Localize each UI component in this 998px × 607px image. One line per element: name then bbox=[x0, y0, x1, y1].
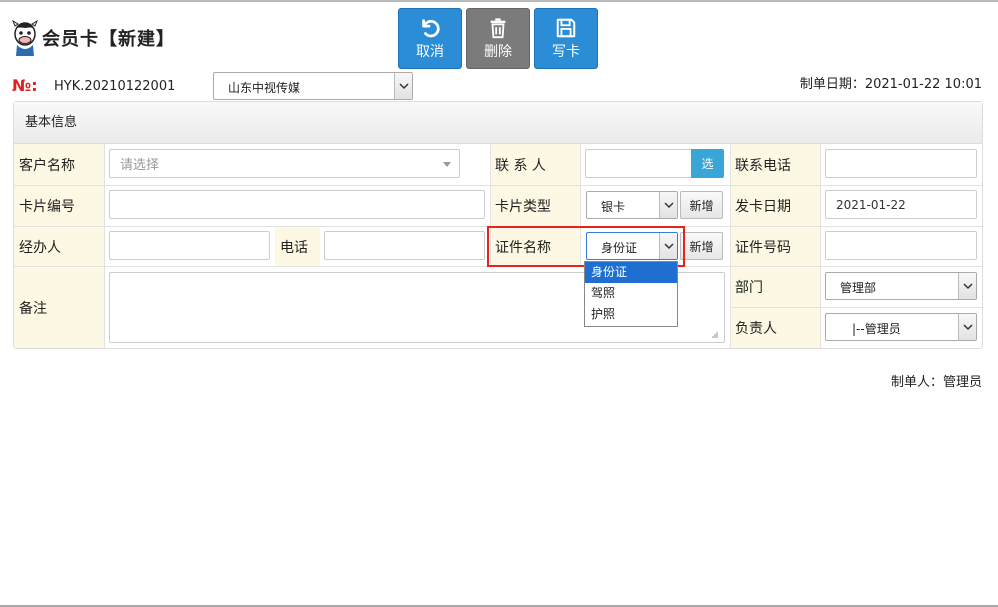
write-card-label: 写卡 bbox=[552, 43, 580, 60]
dropdown-option[interactable]: 驾照 bbox=[585, 283, 677, 304]
handler-input[interactable] bbox=[109, 231, 270, 260]
chevron-down-icon[interactable] bbox=[958, 314, 976, 340]
issue-date-input[interactable]: 2021-01-22 bbox=[825, 190, 977, 219]
delete-button[interactable]: 删除 bbox=[466, 8, 530, 69]
id-no-input[interactable] bbox=[825, 231, 977, 260]
page-title: 会员卡【新建】 bbox=[42, 29, 175, 50]
customer-placeholder: 请选择 bbox=[120, 158, 160, 173]
delete-label: 删除 bbox=[484, 43, 512, 60]
maker-value: 管理员 bbox=[942, 375, 982, 390]
contact-phone-label: 联系电话 bbox=[730, 144, 820, 185]
id-type-dropdown: 身份证 驾照 护照 bbox=[584, 261, 678, 327]
order-no-label: №: bbox=[12, 76, 38, 95]
toolbar: 取消 删除 写卡 bbox=[398, 8, 598, 69]
caret-down-icon bbox=[443, 162, 451, 167]
company-select[interactable]: 山东中视传媒 bbox=[213, 72, 413, 100]
made-date-label: 制单日期： bbox=[799, 77, 865, 92]
resize-grip-icon[interactable] bbox=[711, 331, 718, 338]
col-divider bbox=[820, 144, 821, 348]
phone-label: 电话 bbox=[275, 227, 320, 266]
customer-combo[interactable]: 请选择 bbox=[109, 149, 460, 178]
basic-info-panel: 基本信息 客户名称 请选择 联 系 人 选 联系电话 卡片编号 卡片类型 银卡 … bbox=[13, 101, 983, 349]
cancel-label: 取消 bbox=[416, 43, 444, 60]
card-no-input[interactable] bbox=[109, 190, 485, 219]
dept-label: 部门 bbox=[730, 267, 820, 307]
company-value: 山东中视传媒 bbox=[228, 81, 301, 95]
col-divider bbox=[730, 144, 731, 348]
card-type-new-button[interactable]: 新增 bbox=[680, 191, 723, 219]
cancel-button[interactable]: 取消 bbox=[398, 8, 462, 69]
chevron-down-icon[interactable] bbox=[659, 192, 677, 218]
handler-label: 经办人 bbox=[14, 227, 104, 266]
manager-value: |--管理员 bbox=[852, 322, 901, 336]
contact-label: 联 系 人 bbox=[490, 144, 580, 185]
trash-icon bbox=[490, 17, 506, 38]
order-no-value: HYK.20210122001 bbox=[54, 79, 176, 94]
card-no-label: 卡片编号 bbox=[14, 186, 104, 226]
card-type-select[interactable]: 银卡 bbox=[586, 191, 678, 219]
id-no-label: 证件号码 bbox=[730, 227, 820, 266]
manager-select[interactable]: |--管理员 bbox=[825, 313, 977, 341]
contact-input[interactable] bbox=[585, 149, 692, 178]
chevron-down-icon[interactable] bbox=[958, 273, 976, 299]
save-icon bbox=[556, 18, 576, 37]
top-border bbox=[0, 0, 998, 2]
panel-title: 基本信息 bbox=[14, 102, 982, 144]
made-date: 制单日期：2021-01-22 10:01 bbox=[800, 73, 982, 92]
issue-date-label: 发卡日期 bbox=[730, 186, 820, 226]
maker-info: 制单人：管理员 bbox=[891, 371, 982, 390]
col-divider bbox=[104, 144, 105, 348]
manager-label: 负责人 bbox=[730, 308, 820, 348]
chevron-down-icon[interactable] bbox=[394, 73, 412, 99]
page-header: 会员卡【新建】 bbox=[12, 18, 175, 58]
card-type-label: 卡片类型 bbox=[490, 186, 580, 226]
dropdown-option[interactable]: 护照 bbox=[585, 304, 677, 325]
cow-logo-icon bbox=[12, 19, 38, 56]
phone-input[interactable] bbox=[324, 231, 485, 260]
customer-label: 客户名称 bbox=[14, 144, 104, 185]
remark-label: 备注 bbox=[14, 267, 104, 348]
id-type-new-button[interactable]: 新增 bbox=[680, 232, 723, 260]
write-card-button[interactable]: 写卡 bbox=[534, 8, 598, 69]
dept-select[interactable]: 管理部 bbox=[825, 272, 977, 300]
contact-pick-button[interactable]: 选 bbox=[691, 149, 724, 178]
made-date-value: 2021-01-22 10:01 bbox=[864, 77, 982, 92]
undo-icon bbox=[422, 18, 440, 37]
maker-label: 制单人： bbox=[890, 375, 943, 390]
dropdown-option[interactable]: 身份证 bbox=[585, 262, 677, 283]
card-type-value: 银卡 bbox=[601, 200, 626, 214]
dept-value: 管理部 bbox=[840, 281, 877, 295]
contact-phone-input[interactable] bbox=[825, 149, 977, 178]
